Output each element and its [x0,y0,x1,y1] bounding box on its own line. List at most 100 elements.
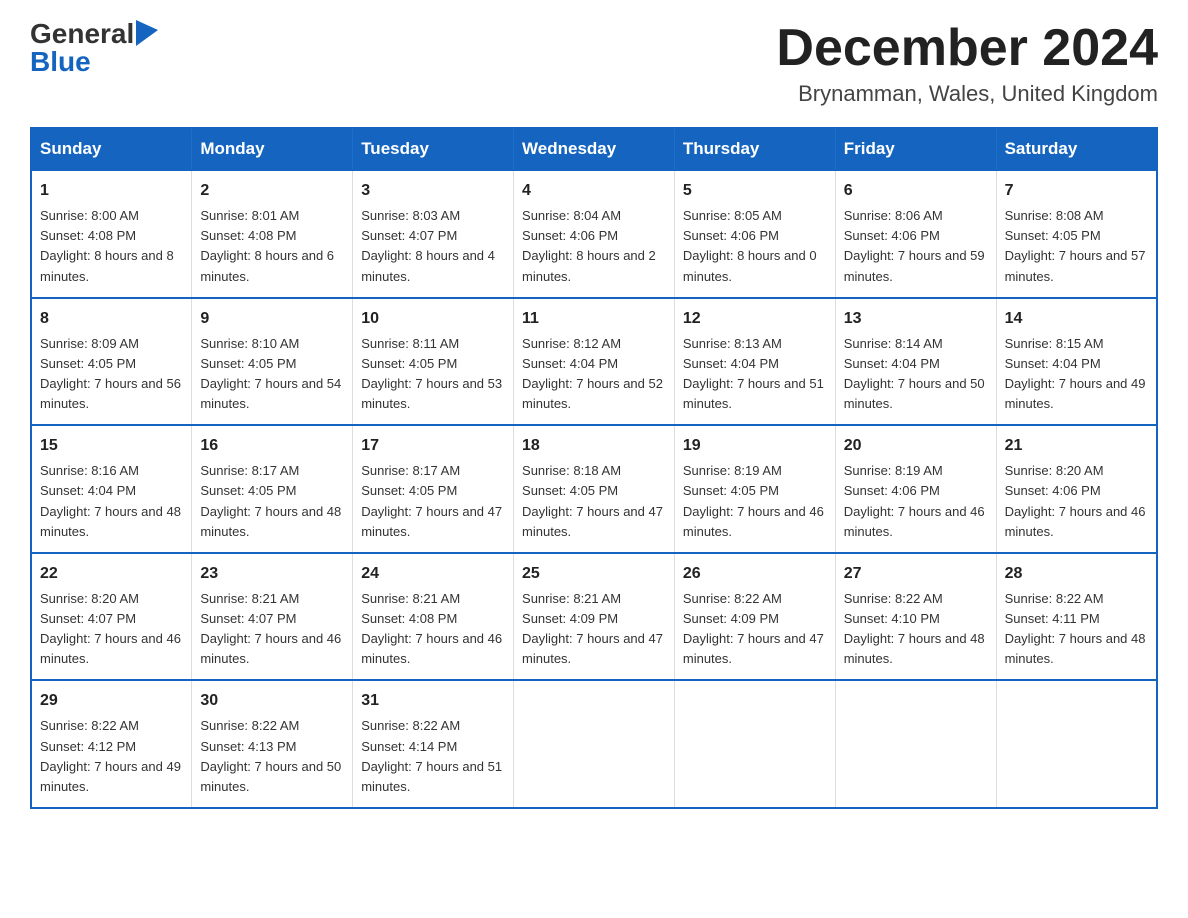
day-number: 30 [200,689,344,713]
table-row: 19 Sunrise: 8:19 AM Sunset: 4:05 PM Dayl… [674,425,835,553]
day-number: 29 [40,689,183,713]
day-number: 4 [522,179,666,203]
calendar-week-row: 8 Sunrise: 8:09 AM Sunset: 4:05 PM Dayli… [31,298,1157,426]
day-info: Sunrise: 8:00 AM Sunset: 4:08 PM Dayligh… [40,206,183,287]
col-thursday: Thursday [674,128,835,170]
table-row: 13 Sunrise: 8:14 AM Sunset: 4:04 PM Dayl… [835,298,996,426]
table-row: 29 Sunrise: 8:22 AM Sunset: 4:12 PM Dayl… [31,680,192,808]
table-row: 18 Sunrise: 8:18 AM Sunset: 4:05 PM Dayl… [514,425,675,553]
day-number: 2 [200,179,344,203]
col-tuesday: Tuesday [353,128,514,170]
table-row: 3 Sunrise: 8:03 AM Sunset: 4:07 PM Dayli… [353,170,514,298]
day-info: Sunrise: 8:21 AM Sunset: 4:08 PM Dayligh… [361,589,505,670]
table-row: 30 Sunrise: 8:22 AM Sunset: 4:13 PM Dayl… [192,680,353,808]
day-info: Sunrise: 8:19 AM Sunset: 4:05 PM Dayligh… [683,461,827,542]
day-info: Sunrise: 8:22 AM Sunset: 4:10 PM Dayligh… [844,589,988,670]
table-row: 2 Sunrise: 8:01 AM Sunset: 4:08 PM Dayli… [192,170,353,298]
day-info: Sunrise: 8:05 AM Sunset: 4:06 PM Dayligh… [683,206,827,287]
day-number: 1 [40,179,183,203]
table-row [835,680,996,808]
day-info: Sunrise: 8:15 AM Sunset: 4:04 PM Dayligh… [1005,334,1148,415]
logo-general-text: General [30,20,134,48]
day-info: Sunrise: 8:17 AM Sunset: 4:05 PM Dayligh… [200,461,344,542]
logo-blue-text: Blue [30,48,91,76]
day-number: 13 [844,307,988,331]
calendar-week-row: 15 Sunrise: 8:16 AM Sunset: 4:04 PM Dayl… [31,425,1157,553]
day-number: 12 [683,307,827,331]
col-wednesday: Wednesday [514,128,675,170]
table-row: 7 Sunrise: 8:08 AM Sunset: 4:05 PM Dayli… [996,170,1157,298]
day-number: 10 [361,307,505,331]
calendar-week-row: 29 Sunrise: 8:22 AM Sunset: 4:12 PM Dayl… [31,680,1157,808]
day-number: 27 [844,562,988,586]
calendar-week-row: 22 Sunrise: 8:20 AM Sunset: 4:07 PM Dayl… [31,553,1157,681]
table-row: 17 Sunrise: 8:17 AM Sunset: 4:05 PM Dayl… [353,425,514,553]
table-row: 9 Sunrise: 8:10 AM Sunset: 4:05 PM Dayli… [192,298,353,426]
day-number: 18 [522,434,666,458]
day-info: Sunrise: 8:13 AM Sunset: 4:04 PM Dayligh… [683,334,827,415]
day-number: 22 [40,562,183,586]
table-row [996,680,1157,808]
day-info: Sunrise: 8:22 AM Sunset: 4:11 PM Dayligh… [1005,589,1148,670]
table-row: 5 Sunrise: 8:05 AM Sunset: 4:06 PM Dayli… [674,170,835,298]
col-monday: Monday [192,128,353,170]
day-number: 20 [844,434,988,458]
logo: General Blue [30,20,158,76]
day-number: 16 [200,434,344,458]
page-header: General Blue December 2024 Brynamman, Wa… [30,20,1158,107]
table-row: 4 Sunrise: 8:04 AM Sunset: 4:06 PM Dayli… [514,170,675,298]
table-row: 24 Sunrise: 8:21 AM Sunset: 4:08 PM Dayl… [353,553,514,681]
day-info: Sunrise: 8:10 AM Sunset: 4:05 PM Dayligh… [200,334,344,415]
table-row: 23 Sunrise: 8:21 AM Sunset: 4:07 PM Dayl… [192,553,353,681]
table-row: 21 Sunrise: 8:20 AM Sunset: 4:06 PM Dayl… [996,425,1157,553]
day-info: Sunrise: 8:12 AM Sunset: 4:04 PM Dayligh… [522,334,666,415]
table-row: 22 Sunrise: 8:20 AM Sunset: 4:07 PM Dayl… [31,553,192,681]
day-info: Sunrise: 8:04 AM Sunset: 4:06 PM Dayligh… [522,206,666,287]
day-number: 23 [200,562,344,586]
day-number: 17 [361,434,505,458]
title-section: December 2024 Brynamman, Wales, United K… [776,20,1158,107]
table-row: 8 Sunrise: 8:09 AM Sunset: 4:05 PM Dayli… [31,298,192,426]
day-info: Sunrise: 8:01 AM Sunset: 4:08 PM Dayligh… [200,206,344,287]
table-row: 31 Sunrise: 8:22 AM Sunset: 4:14 PM Dayl… [353,680,514,808]
day-info: Sunrise: 8:22 AM Sunset: 4:12 PM Dayligh… [40,716,183,797]
day-number: 21 [1005,434,1148,458]
table-row [514,680,675,808]
day-number: 7 [1005,179,1148,203]
day-info: Sunrise: 8:21 AM Sunset: 4:07 PM Dayligh… [200,589,344,670]
day-number: 24 [361,562,505,586]
day-number: 14 [1005,307,1148,331]
day-number: 11 [522,307,666,331]
day-number: 8 [40,307,183,331]
table-row: 15 Sunrise: 8:16 AM Sunset: 4:04 PM Dayl… [31,425,192,553]
location: Brynamman, Wales, United Kingdom [776,81,1158,107]
day-info: Sunrise: 8:03 AM Sunset: 4:07 PM Dayligh… [361,206,505,287]
day-info: Sunrise: 8:11 AM Sunset: 4:05 PM Dayligh… [361,334,505,415]
day-info: Sunrise: 8:17 AM Sunset: 4:05 PM Dayligh… [361,461,505,542]
day-number: 31 [361,689,505,713]
day-info: Sunrise: 8:19 AM Sunset: 4:06 PM Dayligh… [844,461,988,542]
day-info: Sunrise: 8:06 AM Sunset: 4:06 PM Dayligh… [844,206,988,287]
table-row: 14 Sunrise: 8:15 AM Sunset: 4:04 PM Dayl… [996,298,1157,426]
day-info: Sunrise: 8:22 AM Sunset: 4:13 PM Dayligh… [200,716,344,797]
day-info: Sunrise: 8:22 AM Sunset: 4:09 PM Dayligh… [683,589,827,670]
month-title: December 2024 [776,20,1158,77]
table-row: 11 Sunrise: 8:12 AM Sunset: 4:04 PM Dayl… [514,298,675,426]
table-row: 6 Sunrise: 8:06 AM Sunset: 4:06 PM Dayli… [835,170,996,298]
table-row: 25 Sunrise: 8:21 AM Sunset: 4:09 PM Dayl… [514,553,675,681]
calendar-table: Sunday Monday Tuesday Wednesday Thursday… [30,127,1158,809]
day-number: 26 [683,562,827,586]
day-number: 15 [40,434,183,458]
col-sunday: Sunday [31,128,192,170]
day-number: 28 [1005,562,1148,586]
calendar-header-row: Sunday Monday Tuesday Wednesday Thursday… [31,128,1157,170]
day-info: Sunrise: 8:14 AM Sunset: 4:04 PM Dayligh… [844,334,988,415]
table-row [674,680,835,808]
day-info: Sunrise: 8:08 AM Sunset: 4:05 PM Dayligh… [1005,206,1148,287]
day-info: Sunrise: 8:16 AM Sunset: 4:04 PM Dayligh… [40,461,183,542]
col-friday: Friday [835,128,996,170]
table-row: 10 Sunrise: 8:11 AM Sunset: 4:05 PM Dayl… [353,298,514,426]
col-saturday: Saturday [996,128,1157,170]
day-info: Sunrise: 8:22 AM Sunset: 4:14 PM Dayligh… [361,716,505,797]
table-row: 1 Sunrise: 8:00 AM Sunset: 4:08 PM Dayli… [31,170,192,298]
